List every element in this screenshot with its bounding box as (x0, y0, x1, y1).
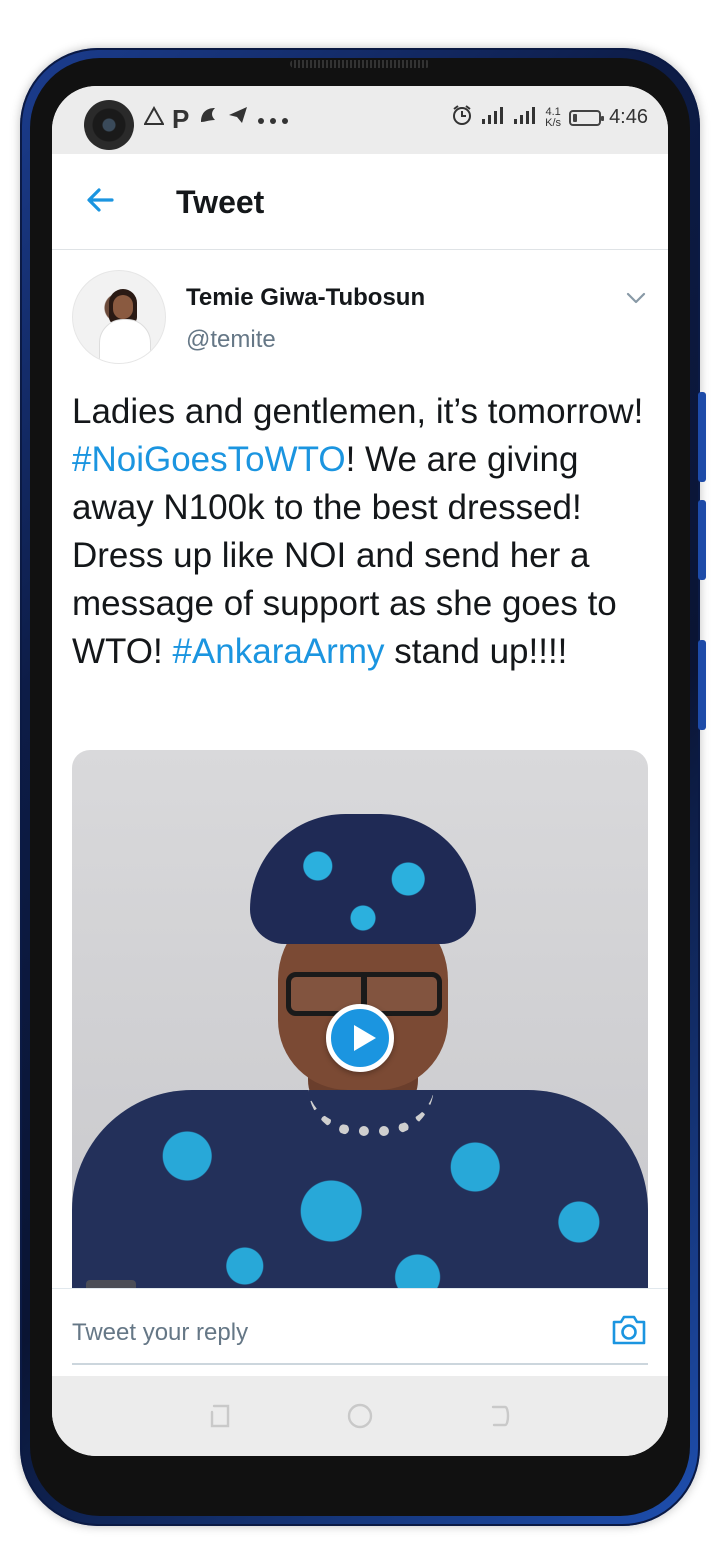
back-nav-icon[interactable] (485, 1401, 515, 1431)
battery-icon (569, 109, 605, 126)
telegram-icon (227, 104, 249, 134)
avatar-face (113, 295, 133, 319)
signal-icon (481, 105, 505, 130)
app-header: Tweet (52, 154, 668, 250)
home-icon[interactable] (345, 1401, 375, 1431)
power-button (698, 640, 706, 730)
system-icons: 4.1 K/s 4:46 (451, 104, 648, 131)
tweet-text: Ladies and gentlemen, it’s tomorrow! #No… (72, 388, 652, 676)
arrow-left-icon[interactable] (82, 182, 118, 218)
app-icon (197, 104, 219, 134)
author-name[interactable]: Temie Giwa-Tubosun (186, 284, 425, 312)
p-icon: P (172, 104, 190, 134)
reply-bar (52, 1288, 668, 1376)
screen: P 4.1 K/s 4:46 Tweet Temie Giwa-Tubosun … (52, 86, 668, 1456)
more-dots-icon (257, 104, 289, 134)
recent-apps-icon[interactable] (205, 1401, 235, 1431)
avatar-body (99, 319, 151, 363)
reply-input[interactable] (72, 1303, 648, 1365)
camera-icon[interactable] (610, 1313, 648, 1347)
network-speed: 4.1 K/s (545, 106, 562, 129)
status-bar: P 4.1 K/s 4:46 (52, 86, 668, 154)
tweet-text-part: Ladies and gentlemen, it’s tomorrow! (72, 392, 644, 431)
system-nav-bar (52, 1376, 668, 1456)
page-title: Tweet (176, 184, 265, 220)
hashtag-link[interactable]: #AnkaraArmy (172, 632, 384, 671)
volume-up-button (698, 392, 706, 482)
battery-level (573, 113, 578, 122)
play-icon[interactable] (326, 1004, 394, 1072)
tweet-text-part: stand up!!!! (384, 632, 568, 671)
clock: 4:46 (609, 106, 648, 128)
signal-4g-icon (513, 105, 537, 130)
author-handle[interactable]: @temite (186, 326, 276, 354)
device-mockup: P 4.1 K/s 4:46 Tweet Temie Giwa-Tubosun … (0, 0, 720, 1542)
chevron-down-icon[interactable] (624, 286, 648, 310)
alarm-icon (451, 104, 473, 131)
hashtag-link[interactable]: #NoiGoesToWTO (72, 440, 346, 479)
avatar[interactable] (72, 270, 166, 364)
volume-down-button (698, 500, 706, 580)
video-figure-headwrap (250, 814, 476, 944)
video-player[interactable] (72, 750, 648, 1290)
warning-icon (143, 104, 165, 134)
front-camera (84, 100, 134, 150)
earpiece-speaker (290, 60, 430, 68)
notification-icons: P (143, 104, 289, 134)
network-speed-unit: K/s (545, 116, 562, 129)
